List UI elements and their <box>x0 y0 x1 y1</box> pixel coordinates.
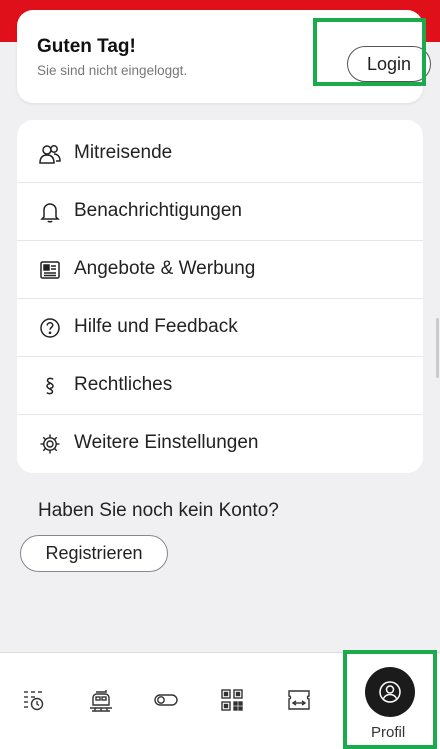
bell-icon <box>39 201 61 223</box>
profile-tab-button[interactable] <box>365 667 415 717</box>
toggle-icon[interactable] <box>153 687 179 713</box>
login-status-text: Sie sind nicht eingeloggt. <box>37 63 188 78</box>
menu-item-label: Rechtliches <box>74 374 173 395</box>
qr-code-icon[interactable] <box>219 687 245 713</box>
menu-item-rechtliches[interactable]: Rechtliches <box>17 356 423 414</box>
gear-icon <box>39 433 61 455</box>
ticket-icon[interactable] <box>286 687 312 713</box>
menu-item-label: Benachrichtigungen <box>74 200 242 221</box>
schedule-icon[interactable] <box>21 687 47 713</box>
menu-item-angebote[interactable]: Angebote & Werbung <box>17 240 423 298</box>
register-button[interactable]: Registrieren <box>20 535 168 572</box>
newspaper-icon <box>39 259 61 281</box>
bottom-navigation: Profil <box>0 652 440 749</box>
menu-item-benachrichtigungen[interactable]: Benachrichtigungen <box>17 182 423 240</box>
user-icon <box>379 681 401 703</box>
people-icon <box>39 143 61 165</box>
menu-item-label: Weitere Einstellungen <box>74 432 259 453</box>
train-icon[interactable] <box>88 687 114 713</box>
menu-item-weitere-einstellungen[interactable]: Weitere Einstellungen <box>17 414 423 472</box>
menu-item-hilfe[interactable]: Hilfe und Feedback <box>17 298 423 356</box>
settings-menu: Mitreisende Benachrichtigungen Angebote … <box>17 120 423 473</box>
section-sign-icon <box>39 375 61 397</box>
scrollbar[interactable] <box>436 318 439 378</box>
menu-item-label: Angebote & Werbung <box>74 258 256 279</box>
login-button[interactable]: Login <box>347 46 431 82</box>
menu-item-mitreisende[interactable]: Mitreisende <box>17 124 423 182</box>
help-icon <box>39 317 61 339</box>
profile-tab-label[interactable]: Profil <box>371 724 405 741</box>
greeting-title: Guten Tag! <box>37 36 136 57</box>
menu-item-label: Hilfe und Feedback <box>74 316 238 337</box>
greeting-card: Guten Tag! Sie sind nicht eingeloggt. Lo… <box>17 10 431 103</box>
menu-item-label: Mitreisende <box>74 142 173 163</box>
no-account-prompt: Haben Sie noch kein Konto? <box>38 500 279 521</box>
